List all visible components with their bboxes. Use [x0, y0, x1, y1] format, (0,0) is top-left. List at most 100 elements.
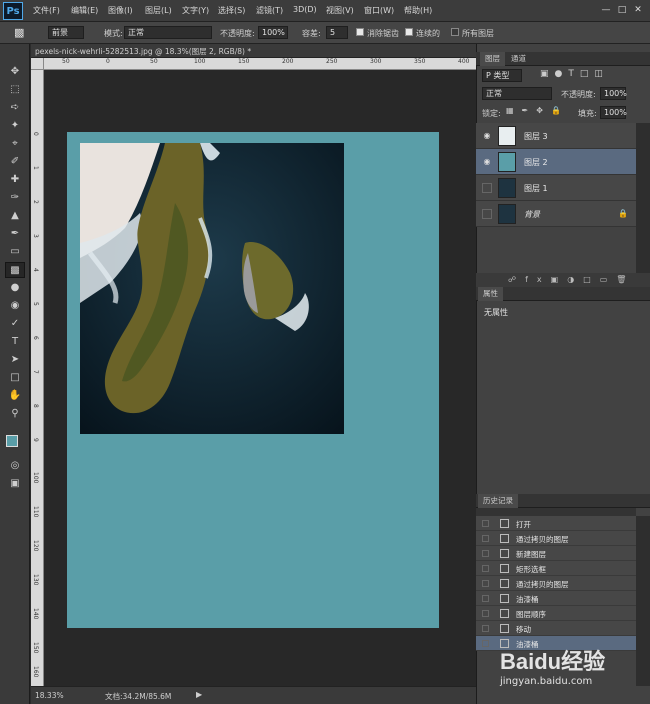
tolerance-input[interactable]: 5	[326, 26, 348, 39]
lock-icons[interactable]: ▦✒✥🔒	[506, 106, 569, 115]
menu-select[interactable]: 选择(S)	[218, 5, 245, 16]
close-button[interactable]: ✕	[632, 5, 644, 16]
menu-window[interactable]: 窗口(W)	[364, 5, 394, 16]
history-item[interactable]: 矩形选框	[476, 561, 636, 576]
history-item[interactable]: 通过拷贝的图层	[476, 531, 636, 546]
aerial-photo-layer[interactable]	[80, 143, 344, 434]
menu-3d[interactable]: 3D(D)	[293, 5, 317, 14]
menu-image[interactable]: 图像(I)	[108, 5, 133, 16]
zoom-tool-icon[interactable]: ⚲	[5, 406, 25, 422]
ruler-h-label: 50	[150, 58, 158, 65]
quick-mask-icon[interactable]: ◎	[5, 458, 25, 474]
quick-select-tool-icon[interactable]: ✦	[5, 118, 25, 134]
type-tool-icon[interactable]: T	[5, 334, 25, 350]
visibility-toggle[interactable]	[482, 209, 492, 219]
menu-layer[interactable]: 图层(L)	[145, 5, 172, 16]
layer-blend-mode-select[interactable]: 正常	[482, 87, 552, 100]
ruler-h-label: 150	[238, 58, 250, 65]
menu-edit[interactable]: 编辑(E)	[71, 5, 98, 16]
layers-scrollbar[interactable]	[636, 123, 650, 273]
tab-layers[interactable]: 图层	[480, 52, 505, 66]
hand-tool-icon[interactable]: ✋	[5, 388, 25, 404]
layer-kind-filter[interactable]: P 类型	[482, 69, 522, 82]
history-item[interactable]: 打开	[476, 516, 636, 531]
zoom-readout[interactable]: 18.33%	[35, 691, 64, 700]
menu-bar: Ps 文件(F) 编辑(E) 图像(I) 图层(L) 文字(Y) 选择(S) 滤…	[0, 0, 650, 22]
layers-panel-tabs: 图层 通道	[476, 52, 650, 66]
history-step-icon	[500, 579, 509, 588]
all-layers-checkbox[interactable]	[451, 28, 459, 36]
history-step-icon	[500, 549, 509, 558]
eyedropper-tool-icon[interactable]: ✐	[5, 154, 25, 170]
history-item[interactable]: 通过拷贝的图层	[476, 576, 636, 591]
ruler-h-label: 50	[62, 58, 70, 65]
lasso-tool-icon[interactable]: ➪	[5, 100, 25, 116]
layer-thumbnail	[498, 152, 516, 172]
move-tool-icon[interactable]: ✥	[5, 64, 25, 80]
tools-panel: ✥ ⬚ ➪ ✦ ⌖ ✐ ✚ ✑ ▲ ✒ ▭ ▩ ● ◉ ✓ T ➤ □ ✋ ⚲ …	[0, 44, 30, 704]
maximize-button[interactable]: □	[616, 5, 628, 16]
menu-type[interactable]: 文字(Y)	[182, 5, 209, 16]
history-step-icon	[500, 534, 509, 543]
fill-label: 填充:	[578, 109, 597, 118]
fill-input[interactable]: 100%	[600, 106, 627, 119]
clone-stamp-tool-icon[interactable]: ▲	[5, 208, 25, 224]
status-menu-arrow-icon[interactable]: ▶	[196, 690, 202, 699]
baidu-watermark: Baidu经验 jingyan.baidu.com	[500, 636, 650, 700]
document-tab[interactable]: pexels-nick-wehrli-5282513.jpg @ 18.3%(图…	[31, 44, 476, 58]
visibility-toggle[interactable]	[482, 183, 492, 193]
layer-row-2[interactable]: ◉ 图层 2	[476, 149, 636, 175]
paint-bucket-tool-preset-icon[interactable]: ▩	[14, 26, 30, 39]
layer-row-background[interactable]: 背景 🔒	[476, 201, 636, 227]
antialias-checkbox[interactable]	[356, 28, 364, 36]
ruler-v-label: 1	[32, 166, 39, 170]
ruler-v-label: 9	[32, 438, 39, 442]
ruler-v-label: 140	[32, 608, 39, 620]
layer-row-3[interactable]: ◉ 图层 3	[476, 123, 636, 149]
eye-icon[interactable]: ◉	[482, 131, 492, 141]
blur-tool-icon[interactable]: ●	[5, 280, 25, 296]
ruler-h-label: 200	[282, 58, 294, 65]
brush-tool-icon[interactable]: ✑	[5, 190, 25, 206]
dodge-tool-icon[interactable]: ◉	[5, 298, 25, 314]
mode-label: 模式:	[104, 29, 123, 38]
history-item[interactable]: 移动	[476, 621, 636, 636]
layer-row-1[interactable]: 图层 1	[476, 175, 636, 201]
foreground-color-swatch[interactable]	[6, 435, 18, 447]
tab-channels[interactable]: 通道	[506, 52, 531, 66]
rectangle-tool-icon[interactable]: □	[5, 370, 25, 386]
marquee-tool-icon[interactable]: ⬚	[5, 82, 25, 98]
vertical-ruler: 0 1 2 3 4 5 6 7 8 9 100 110 120 130 140 …	[31, 70, 44, 686]
screen-mode-icon[interactable]: ▣	[5, 476, 25, 492]
history-item[interactable]: 新建图层	[476, 546, 636, 561]
ruler-v-label: 110	[32, 506, 39, 518]
crop-tool-icon[interactable]: ⌖	[5, 136, 25, 152]
properties-empty-text: 无属性	[484, 308, 508, 317]
menu-help[interactable]: 帮助(H)	[404, 5, 432, 16]
healing-brush-tool-icon[interactable]: ✚	[5, 172, 25, 188]
history-brush-tool-icon[interactable]: ✒	[5, 226, 25, 242]
move-icon	[500, 624, 509, 633]
layer-thumbnail	[498, 204, 516, 224]
fill-source-select[interactable]: 前景	[48, 26, 84, 39]
opacity-input[interactable]: 100%	[258, 26, 288, 39]
pen-tool-icon[interactable]: ✓	[5, 316, 25, 332]
layer-opacity-input[interactable]: 100%	[600, 87, 627, 100]
path-select-tool-icon[interactable]: ➤	[5, 352, 25, 368]
minimize-button[interactable]: —	[600, 5, 612, 16]
layer-actions-bar[interactable]: ☍fx▣◑□▭🗑	[476, 273, 650, 287]
eye-icon[interactable]: ◉	[482, 157, 492, 167]
opacity-label: 不透明度:	[220, 29, 255, 38]
menu-filter[interactable]: 滤镜(T)	[256, 5, 283, 16]
eraser-tool-icon[interactable]: ▭	[5, 244, 25, 260]
history-item[interactable]: 油漆桶	[476, 591, 636, 606]
tab-properties[interactable]: 属性	[478, 287, 503, 301]
layer-filter-icons[interactable]: ▣●T□◫	[540, 69, 630, 82]
contiguous-checkbox[interactable]	[405, 28, 413, 36]
mode-select[interactable]: 正常	[124, 26, 212, 39]
menu-view[interactable]: 视图(V)	[326, 5, 354, 16]
menu-file[interactable]: 文件(F)	[33, 5, 60, 16]
tab-history[interactable]: 历史记录	[478, 494, 518, 508]
paint-bucket-tool-icon[interactable]: ▩	[5, 262, 25, 278]
history-item[interactable]: 图层顺序	[476, 606, 636, 621]
